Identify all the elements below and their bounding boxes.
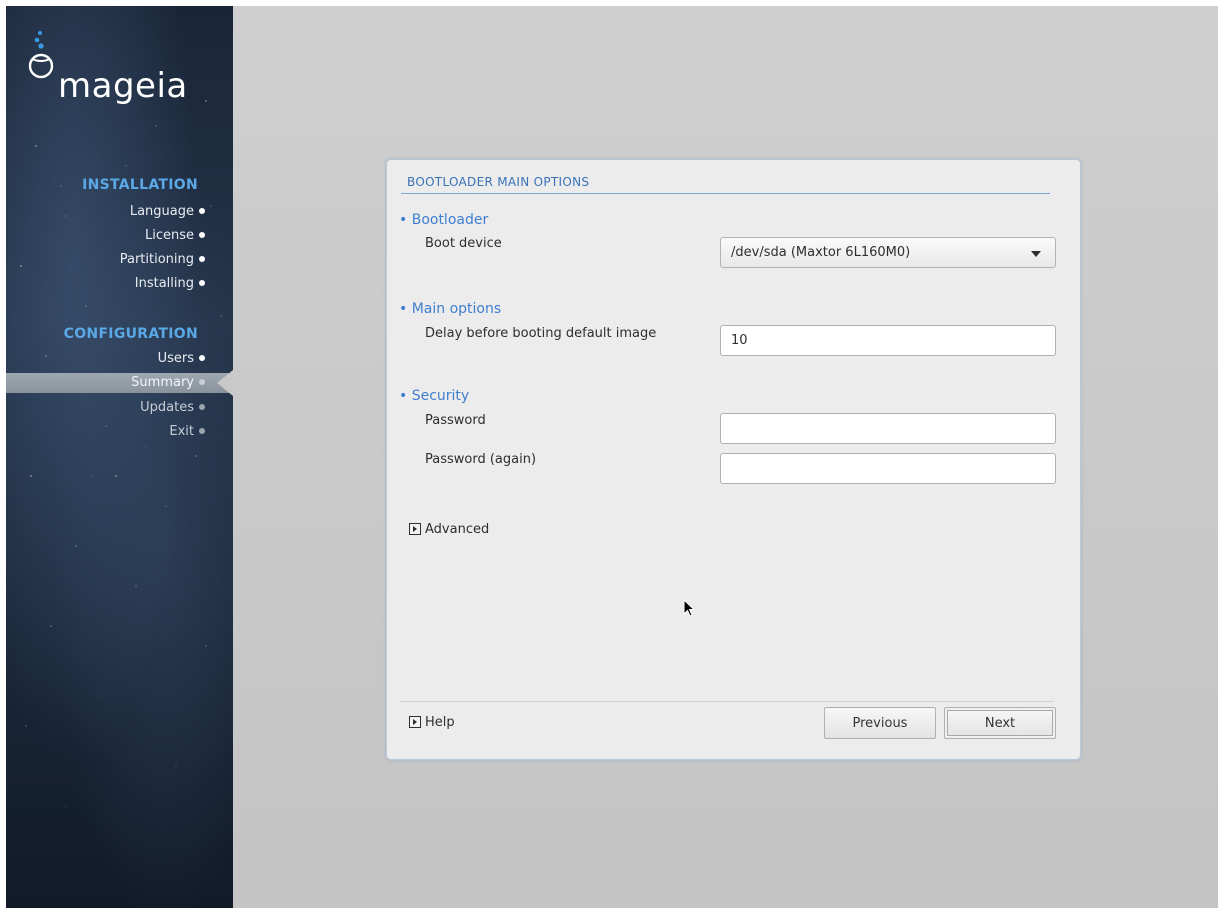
- logo-text: mageia: [58, 66, 188, 106]
- step-pending-dot: [199, 427, 205, 434]
- sidebar: mageia INSTALLATION Language License Par…: [6, 6, 233, 908]
- active-step-pointer: [217, 370, 233, 396]
- delay-label: Delay before booting default image: [425, 326, 657, 341]
- step-pending-dot: [199, 403, 205, 410]
- boot-device-value: /dev/sda (Maxtor 6L160M0): [731, 245, 911, 260]
- sidebar-step-partitioning: Partitioning: [120, 250, 205, 270]
- bootloader-dialog: BOOTLOADER MAIN OPTIONS • Bootloader Boo…: [386, 159, 1081, 760]
- password-input[interactable]: [720, 413, 1056, 444]
- boot-device-label: Boot device: [425, 236, 502, 251]
- bootloader-group-label: • Bootloader: [399, 212, 489, 228]
- sidebar-step-summary: Summary: [131, 373, 205, 393]
- configuration-section-title: CONFIGURATION: [63, 326, 198, 342]
- mageia-logo: mageia: [26, 26, 226, 106]
- boot-device-select[interactable]: /dev/sda (Maxtor 6L160M0): [720, 237, 1056, 268]
- security-group-label: • Security: [399, 388, 470, 404]
- step-done-dot: [199, 279, 205, 286]
- expand-arrow-icon: [409, 522, 421, 535]
- step-done-dot: [199, 354, 205, 361]
- advanced-expander[interactable]: Advanced: [409, 521, 489, 539]
- title-divider: [401, 193, 1050, 194]
- dialog-title: BOOTLOADER MAIN OPTIONS: [407, 175, 590, 189]
- help-expander[interactable]: Help: [409, 714, 455, 732]
- installation-section-title: INSTALLATION: [82, 177, 198, 193]
- footer-divider: [399, 701, 1054, 702]
- step-current-dot: [199, 378, 205, 385]
- installer-screen: mageia INSTALLATION Language License Par…: [6, 6, 1218, 908]
- step-done-dot: [199, 231, 205, 238]
- sidebar-step-installing: Installing: [135, 274, 205, 294]
- delay-input[interactable]: [720, 325, 1056, 356]
- next-button[interactable]: Next: [944, 707, 1056, 739]
- step-done-dot: [199, 255, 205, 262]
- expand-arrow-icon: [409, 715, 421, 728]
- sidebar-step-users: Users: [158, 349, 205, 369]
- sidebar-step-language: Language: [130, 202, 205, 222]
- sidebar-step-license: License: [145, 226, 205, 246]
- sidebar-step-updates: Updates: [140, 398, 205, 418]
- password-again-label: Password (again): [425, 452, 537, 467]
- sidebar-step-exit: Exit: [169, 422, 205, 442]
- dropdown-arrow-icon: [1031, 251, 1041, 257]
- step-done-dot: [199, 207, 205, 214]
- mageia-logo-icon: [28, 31, 54, 79]
- password-again-input[interactable]: [720, 453, 1056, 484]
- previous-button[interactable]: Previous: [824, 707, 936, 739]
- mouse-cursor-icon: [683, 599, 696, 617]
- password-label: Password: [425, 413, 486, 428]
- starfield-background: [20, 100, 222, 807]
- main-options-group-label: • Main options: [399, 301, 502, 317]
